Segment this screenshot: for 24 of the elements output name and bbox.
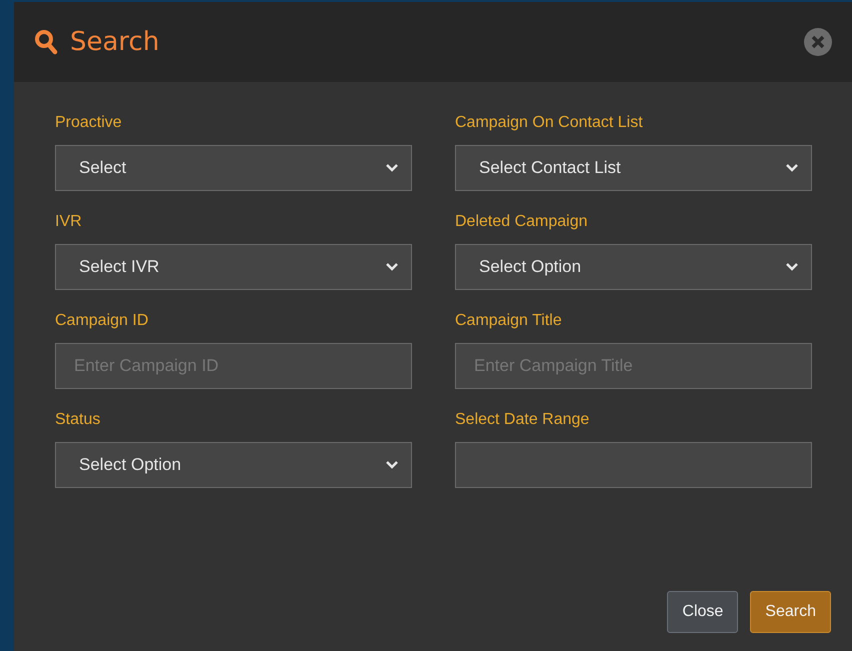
field-label: Campaign ID bbox=[55, 312, 150, 330]
select-dropdown[interactable]: Select Option bbox=[455, 244, 812, 290]
chevron-down-icon bbox=[785, 262, 799, 272]
close-button[interactable]: Close bbox=[667, 591, 738, 633]
field-label: Select Date Range bbox=[455, 411, 590, 429]
field-label: Status bbox=[55, 411, 102, 429]
field-label: Proactive bbox=[55, 114, 123, 132]
search-icon bbox=[34, 29, 58, 55]
select-dropdown[interactable]: Select Option bbox=[55, 442, 412, 488]
field-label: Campaign Title bbox=[455, 312, 563, 330]
chevron-down-icon bbox=[785, 163, 799, 173]
close-icon[interactable] bbox=[804, 28, 832, 56]
field-label: Campaign On Contact List bbox=[455, 114, 644, 132]
select-dropdown[interactable]: Select IVR bbox=[55, 244, 412, 290]
chevron-down-icon bbox=[385, 163, 399, 173]
field-label: Deleted Campaign bbox=[455, 213, 589, 231]
chevron-down-icon bbox=[385, 460, 399, 470]
select-dropdown[interactable]: Select Contact List bbox=[455, 145, 812, 191]
chevron-down-icon bbox=[385, 262, 399, 272]
select-dropdown[interactable]: Select bbox=[55, 145, 412, 191]
input-field[interactable] bbox=[455, 442, 812, 488]
field-label: IVR bbox=[55, 213, 83, 231]
dialog-title: Search bbox=[34, 27, 160, 57]
search-button[interactable]: Search bbox=[750, 591, 831, 633]
